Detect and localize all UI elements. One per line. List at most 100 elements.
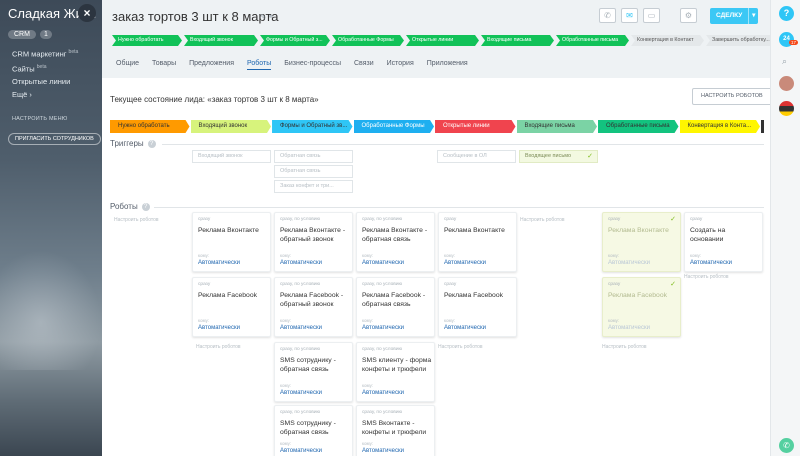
chat-icon[interactable]: ▭ <box>643 8 660 23</box>
status-step[interactable]: Формы и Обратный з... <box>260 35 330 46</box>
status-step[interactable]: Обработанные Формы <box>332 35 404 46</box>
robot-assignee-link[interactable]: Автоматически <box>444 325 486 331</box>
sidebar-crm[interactable]: CRM 1 <box>8 30 52 39</box>
avatar[interactable] <box>779 101 794 116</box>
stage-column-header[interactable]: Входящий звонок <box>191 120 272 133</box>
chevron-down-icon[interactable]: ▾ <box>748 8 758 24</box>
invite-employees-button[interactable]: ПРИГЛАСИТЬ СОТРУДНИКОВ <box>8 133 101 145</box>
search-icon[interactable]: ⌕ <box>782 56 787 67</box>
phone-icon[interactable]: ✆ <box>599 8 616 23</box>
status-step[interactable]: Обработанные письма <box>556 35 629 46</box>
status-step[interactable]: Завершить обработку... <box>706 35 776 46</box>
tab-robots[interactable]: Роботы <box>247 60 272 70</box>
trigger-card[interactable]: Обратная связь <box>274 165 353 178</box>
avatar[interactable] <box>779 76 794 91</box>
robot-assignee-link[interactable]: Автоматически <box>280 325 322 331</box>
status-step[interactable]: Открытые линии <box>406 35 479 46</box>
robot-card[interactable]: сразу Создать на основании кому: Автоматиче… <box>684 212 763 272</box>
edit-icon[interactable]: ✎ <box>260 14 266 21</box>
create-deal-button[interactable]: СДЕЛКУ ▾ <box>710 8 759 24</box>
close-icon[interactable]: × <box>78 4 96 22</box>
stage-column-header[interactable]: Входящие письма <box>517 120 598 133</box>
phone-icon[interactable]: ✆ <box>779 438 794 453</box>
robot-card[interactable]: сразу, по условию SMS клиенту - форма кон… <box>356 342 435 402</box>
robot-assignee-link[interactable]: Автоматически <box>362 448 404 454</box>
sidebar-item-sites[interactable]: Сайты beta <box>12 61 78 76</box>
stage-column-header[interactable]: Формы и Обратный зв... <box>272 120 353 133</box>
tab-offers[interactable]: Предложения <box>189 60 234 70</box>
trigger-card[interactable]: Входящий звонок <box>192 150 271 163</box>
configure-robots-link[interactable]: Настроить роботов <box>602 344 647 350</box>
configure-robots-button[interactable]: НАСТРОИТЬ РОБОТОВ <box>692 88 772 105</box>
help-icon[interactable]: ? <box>147 139 156 148</box>
stage-column-header[interactable]: Нужно обработать <box>110 120 190 133</box>
robot-assignee-link[interactable]: Автоматически <box>280 260 322 266</box>
help-icon[interactable]: ? <box>779 6 794 21</box>
robot-assignee-link[interactable]: Автоматически <box>280 390 322 396</box>
configure-robots-link[interactable]: Настроить роботов <box>520 217 565 223</box>
stage-column-header[interactable]: Конвертация в Конта... <box>680 120 761 133</box>
robot-assignee-link[interactable]: Автоматически <box>444 260 486 266</box>
status-step[interactable]: Нужно обработать <box>112 35 182 46</box>
trigger-card[interactable]: Сообщение в ОЛ <box>437 150 516 163</box>
robot-assignee-link[interactable]: Автоматически <box>608 325 650 331</box>
robot-assignee-link[interactable]: Автоматически <box>198 325 240 331</box>
status-step-current[interactable]: Конвертация в Контакт <box>631 35 704 46</box>
robot-card[interactable]: сразу, по условию SMS сотруднику - обратн… <box>274 405 353 456</box>
sidebar-item-open-lines[interactable]: Открытые линии <box>12 75 78 88</box>
check-icon: ✓ <box>670 216 676 223</box>
robot-card[interactable]: сразу, по условию Реклама Facebook - обра… <box>274 277 353 337</box>
robot-card[interactable]: сразу, по условию SMS Вконтакте - конфеты… <box>356 405 435 456</box>
trigger-card[interactable]: Заказ конфет и три... <box>274 180 353 193</box>
configure-robots-link[interactable]: Настроить роботов <box>196 344 241 350</box>
robot-assignee-link[interactable]: Автоматически <box>362 390 404 396</box>
tab-general[interactable]: Общие <box>116 60 139 70</box>
robot-when: сразу <box>198 217 211 222</box>
tab-history[interactable]: История <box>387 60 414 70</box>
robot-card[interactable]: сразу Реклама Facebook кому: Автоматически <box>438 277 517 337</box>
sidebar-item-crm-marketing[interactable]: CRM маркетинг beta <box>12 46 78 61</box>
trigger-card-active[interactable]: Входящее письмо ✓ <box>519 150 598 163</box>
tab-business-processes[interactable]: Бизнес-процессы <box>284 60 341 70</box>
robot-when: сразу, по условию <box>362 347 403 352</box>
robot-assignee-link[interactable]: Автоматически <box>280 448 322 454</box>
crm-pill[interactable]: CRM <box>8 30 36 39</box>
robot-card[interactable]: сразу Реклама Вконтакте кому: Автоматически <box>192 212 271 272</box>
robot-card[interactable]: сразу, по условию SMS сотруднику - обратн… <box>274 342 353 402</box>
tab-products[interactable]: Товары <box>152 60 176 70</box>
detail-tabs: Общие Товары Предложения Роботы Бизнес-п… <box>116 60 481 70</box>
robot-card[interactable]: сразу ✓ Реклама Facebook кому: Автоматически <box>602 277 681 337</box>
robot-title: Реклама Вконтакте <box>608 227 669 234</box>
robot-assignee-link[interactable]: Автоматически <box>362 325 404 331</box>
tab-links[interactable]: Связи <box>354 60 374 70</box>
status-step[interactable]: Входящие письма <box>481 35 554 46</box>
robot-assignee-link[interactable]: Автоматически <box>608 260 650 266</box>
robot-when: сразу, по условию <box>362 282 403 287</box>
crm-count-badge: 1 <box>39 30 52 39</box>
trigger-card[interactable]: Обратная связь <box>274 150 353 163</box>
robot-card[interactable]: сразу, по условию Реклама Вконтакте - обр… <box>274 212 353 272</box>
sidebar-item-more[interactable]: Ещё › <box>12 88 78 101</box>
robot-card[interactable]: сразу, по условию Реклама Вконтакте - обр… <box>356 212 435 272</box>
configure-menu-link[interactable]: НАСТРОИТЬ МЕНЮ <box>12 116 68 122</box>
stage-column-header[interactable]: Обработанные Формы <box>354 120 435 133</box>
tab-apps[interactable]: Приложения <box>427 60 468 70</box>
robot-card[interactable]: сразу ✓ Реклама Вконтакте кому: Автоматическ… <box>602 212 681 272</box>
robot-card[interactable]: сразу Реклама Вконтакте кому: Автоматически <box>438 212 517 272</box>
configure-robots-link[interactable]: Настроить роботов <box>684 274 729 280</box>
link-icon[interactable]: ⚭ <box>268 14 274 21</box>
robot-assignee-link[interactable]: Автоматически <box>690 260 732 266</box>
mail-icon[interactable]: ✉ <box>621 8 638 23</box>
robot-assignee-link[interactable]: Автоматически <box>362 260 404 266</box>
gear-icon[interactable]: ⚙ <box>680 8 697 23</box>
status-step[interactable]: Входящий звонок <box>184 35 258 46</box>
configure-robots-link[interactable]: Настроить роботов <box>114 217 159 223</box>
stage-column-header[interactable]: Открытые линии <box>435 120 516 133</box>
robot-card[interactable]: сразу, по условию Реклама Facebook - обра… <box>356 277 435 337</box>
stage-column-header[interactable]: Обработанные письма <box>598 120 679 133</box>
robot-card[interactable]: сразу Реклама Facebook кому: Автоматически <box>192 277 271 337</box>
help-icon[interactable]: ? <box>141 202 150 211</box>
robot-assignee-link[interactable]: Автоматически <box>198 260 240 266</box>
configure-robots-link[interactable]: Настроить роботов <box>438 344 483 350</box>
robot-when: сразу <box>608 217 621 222</box>
